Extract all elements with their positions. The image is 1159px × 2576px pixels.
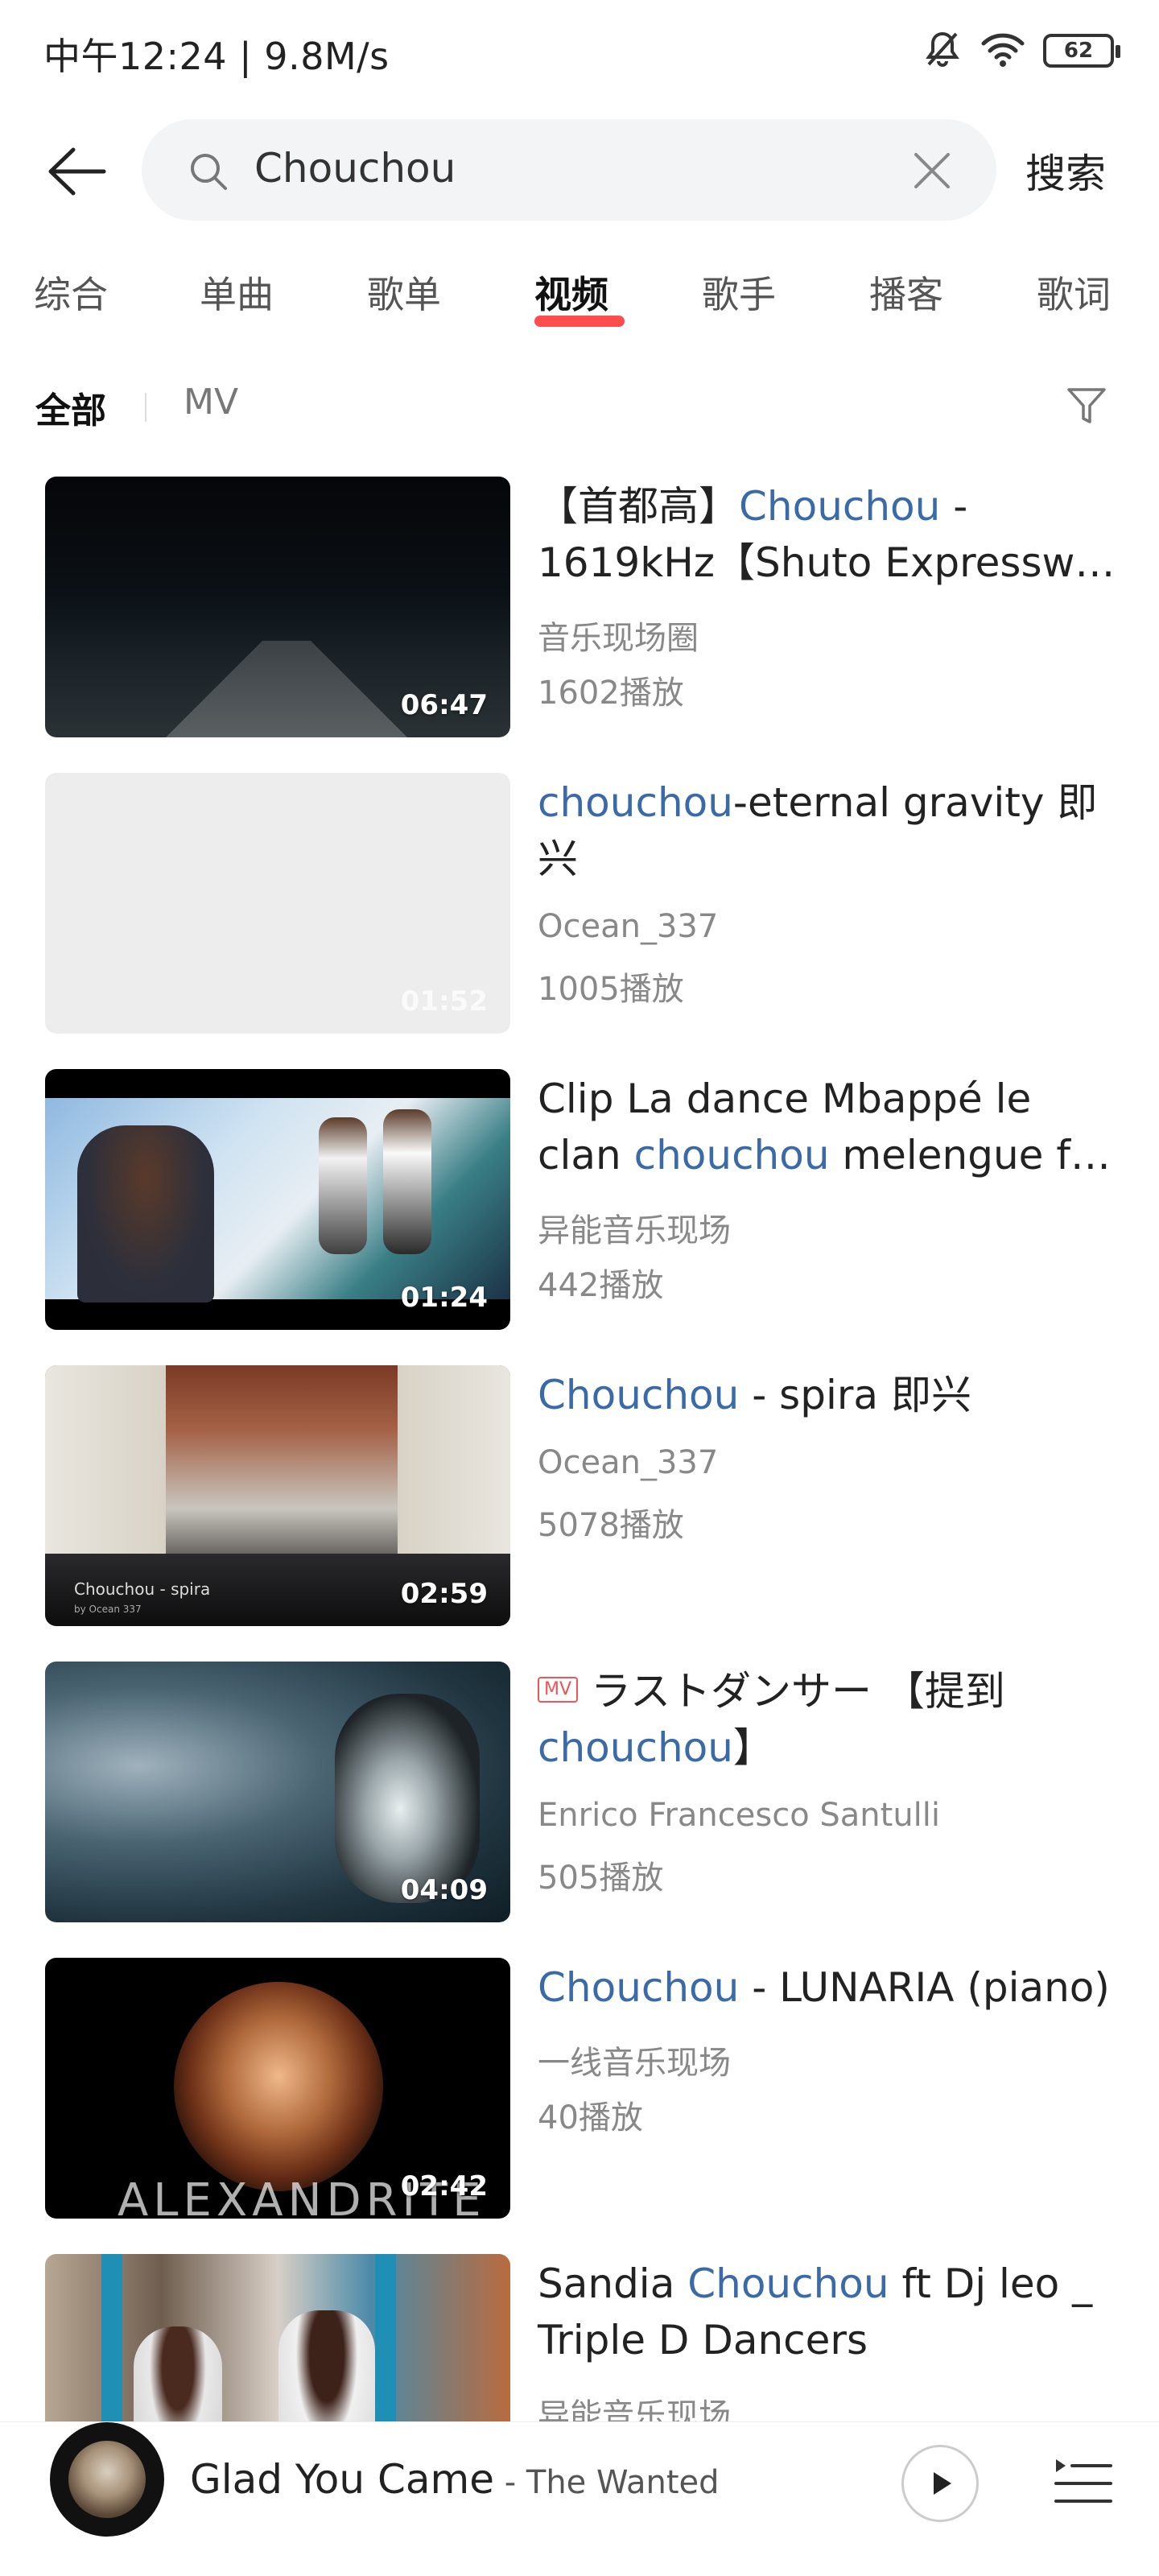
- tab-videos[interactable]: 视频: [534, 266, 608, 319]
- video-uploader: Ocean_337: [538, 908, 719, 945]
- mini-player[interactable]: Glad You Came - The Wanted: [0, 2421, 1159, 2576]
- tab-artists[interactable]: 歌手: [702, 266, 776, 319]
- video-plays: 1602播放: [538, 675, 684, 712]
- search-button[interactable]: 搜索: [1025, 142, 1106, 200]
- video-thumbnail[interactable]: 04:09: [45, 1662, 510, 1922]
- track-artist: - The Wanted: [494, 2464, 720, 2501]
- status-bar: 中午12:24 | 9.8M/s 62: [0, 0, 1159, 105]
- video-duration: 02:42: [400, 2170, 488, 2202]
- video-title[interactable]: 【首都高】Chouchou - 1619kHz【Shuto Expressw…: [538, 478, 1117, 591]
- video-item[interactable]: 04:09 MV ラストダンサー 【提到 chouchou】 Enrico Fran…: [0, 1662, 1159, 1927]
- video-uploader: 音乐现场圈: [538, 620, 699, 657]
- mute-bell-icon: [922, 29, 963, 72]
- video-item[interactable]: ALEXANDRITE 02:42 Chouchou - LUNARIA (pi…: [0, 1958, 1159, 2223]
- thumbnail-scene: [166, 641, 407, 737]
- video-uploader: 异能音乐现场: [538, 1212, 731, 1249]
- title-text: Sandia: [538, 2260, 688, 2307]
- video-title[interactable]: chouchou-eternal gravity 即兴: [538, 774, 1117, 887]
- search-header: Chouchou 搜索: [0, 113, 1159, 225]
- sub-filter-bar: 全部 MV: [0, 378, 1159, 435]
- video-duration: 01:52: [400, 985, 488, 1018]
- title-highlight: Chouchou: [739, 483, 941, 530]
- title-highlight: Chouchou: [538, 1372, 740, 1418]
- title-highlight: chouchou: [538, 779, 733, 826]
- battery-level: 62: [1063, 39, 1094, 63]
- status-time: 中午12:24 | 9.8M/s: [43, 35, 390, 78]
- play-button[interactable]: [901, 2445, 979, 2522]
- video-plays: 1005播放: [538, 971, 684, 1008]
- video-plays: 505播放: [538, 1860, 664, 1897]
- title-highlight: chouchou: [538, 1724, 733, 1771]
- video-title[interactable]: Chouchou - spira 即兴: [538, 1367, 1117, 1423]
- mv-badge: MV: [538, 1676, 579, 1703]
- title-text: ラストダンサー 【提到: [591, 1668, 1005, 1715]
- video-item[interactable]: Chouchou - spira by Ocean 337 02:59 Chou…: [0, 1365, 1159, 1631]
- thumbnail-scene: [174, 1982, 383, 2191]
- album-art[interactable]: [50, 2422, 164, 2537]
- video-duration: 02:59: [400, 1578, 488, 1610]
- title-text: melengue f…: [829, 1132, 1111, 1179]
- playlist-button[interactable]: [1053, 2454, 1114, 2516]
- thumbnail-person: [335, 1694, 480, 1903]
- video-title[interactable]: Chouchou - LUNARIA (piano): [538, 1959, 1117, 2016]
- clear-icon[interactable]: [909, 148, 955, 196]
- tab-comprehensive[interactable]: 综合: [34, 266, 108, 319]
- video-thumbnail[interactable]: 01:24: [45, 1069, 510, 1330]
- video-plays: 40播放: [538, 2099, 643, 2136]
- divider: [145, 393, 146, 422]
- video-item[interactable]: 01:24 Clip La dance Mbappé le clan chouc…: [0, 1069, 1159, 1335]
- filter-icon[interactable]: [1064, 383, 1109, 431]
- video-plays: 5078播放: [538, 1507, 684, 1544]
- now-playing[interactable]: Glad You Came - The Wanted: [190, 2456, 720, 2503]
- title-highlight: Chouchou: [538, 1964, 740, 2011]
- video-title[interactable]: Clip La dance Mbappé le clan chouchou me…: [538, 1071, 1117, 1183]
- thumbnail-person: [383, 1109, 431, 1254]
- title-highlight: Chouchou: [687, 2260, 889, 2307]
- thumbnail-caption: Chouchou - spira: [74, 1579, 211, 1599]
- playlist-icon: [1054, 2459, 1112, 2503]
- title-highlight: chouchou: [633, 1132, 830, 1179]
- video-title[interactable]: Sandia Chouchou ft Dj leo _ Triple D Dan…: [538, 2256, 1117, 2368]
- tab-podcasts[interactable]: 播客: [869, 266, 943, 319]
- status-icons: 62: [922, 29, 1120, 72]
- category-tabs: 综合 单曲 歌单 视频 歌手 播客 歌词: [0, 266, 1159, 346]
- album-art-image: [68, 2441, 146, 2518]
- tab-songs[interactable]: 单曲: [200, 266, 274, 319]
- video-item[interactable]: 06:47 【首都高】Chouchou - 1619kHz【Shuto Expr…: [0, 477, 1159, 742]
- video-uploader: Ocean_337: [538, 1444, 719, 1481]
- battery-icon: 62: [1043, 34, 1120, 68]
- search-query: Chouchou: [254, 145, 456, 192]
- video-plays: 442播放: [538, 1267, 664, 1304]
- title-text: 【首都高】: [538, 483, 739, 530]
- video-uploader: 一线音乐现场: [538, 2045, 731, 2082]
- video-title[interactable]: MV ラストダンサー 【提到 chouchou】: [538, 1663, 1117, 1776]
- tab-playlists[interactable]: 歌单: [367, 266, 441, 319]
- video-duration: 01:24: [400, 1282, 488, 1314]
- video-item[interactable]: 01:52 chouchou-eternal gravity 即兴 Ocean_…: [0, 773, 1159, 1038]
- tab-lyrics[interactable]: 歌词: [1037, 266, 1111, 319]
- thumbnail-caption-sub: by Ocean 337: [74, 1604, 142, 1615]
- title-text: - spira 即兴: [739, 1372, 971, 1418]
- thumbnail-person: [319, 1117, 367, 1254]
- wifi-icon: [980, 31, 1025, 71]
- title-text: 】: [732, 1724, 773, 1771]
- search-input[interactable]: Chouchou: [142, 119, 996, 221]
- play-icon: [934, 2472, 951, 2495]
- back-arrow-icon: [48, 147, 106, 196]
- video-uploader: Enrico Francesco Santulli: [538, 1797, 941, 1834]
- video-thumbnail[interactable]: Chouchou - spira by Ocean 337 02:59: [45, 1365, 510, 1626]
- back-button[interactable]: [40, 135, 113, 208]
- video-thumbnail[interactable]: 06:47: [45, 477, 510, 737]
- filter-all[interactable]: 全部: [35, 382, 106, 433]
- video-thumbnail[interactable]: ALEXANDRITE 02:42: [45, 1958, 510, 2219]
- filter-mv[interactable]: MV: [184, 382, 238, 423]
- track-title: Glad You Came: [190, 2456, 495, 2503]
- video-duration: 04:09: [400, 1874, 488, 1906]
- search-icon: [187, 150, 230, 196]
- video-duration: 06:47: [400, 689, 488, 721]
- title-text: - LUNARIA (piano): [739, 1964, 1110, 2011]
- thumbnail-person: [77, 1125, 214, 1302]
- video-thumbnail[interactable]: 01:52: [45, 773, 510, 1034]
